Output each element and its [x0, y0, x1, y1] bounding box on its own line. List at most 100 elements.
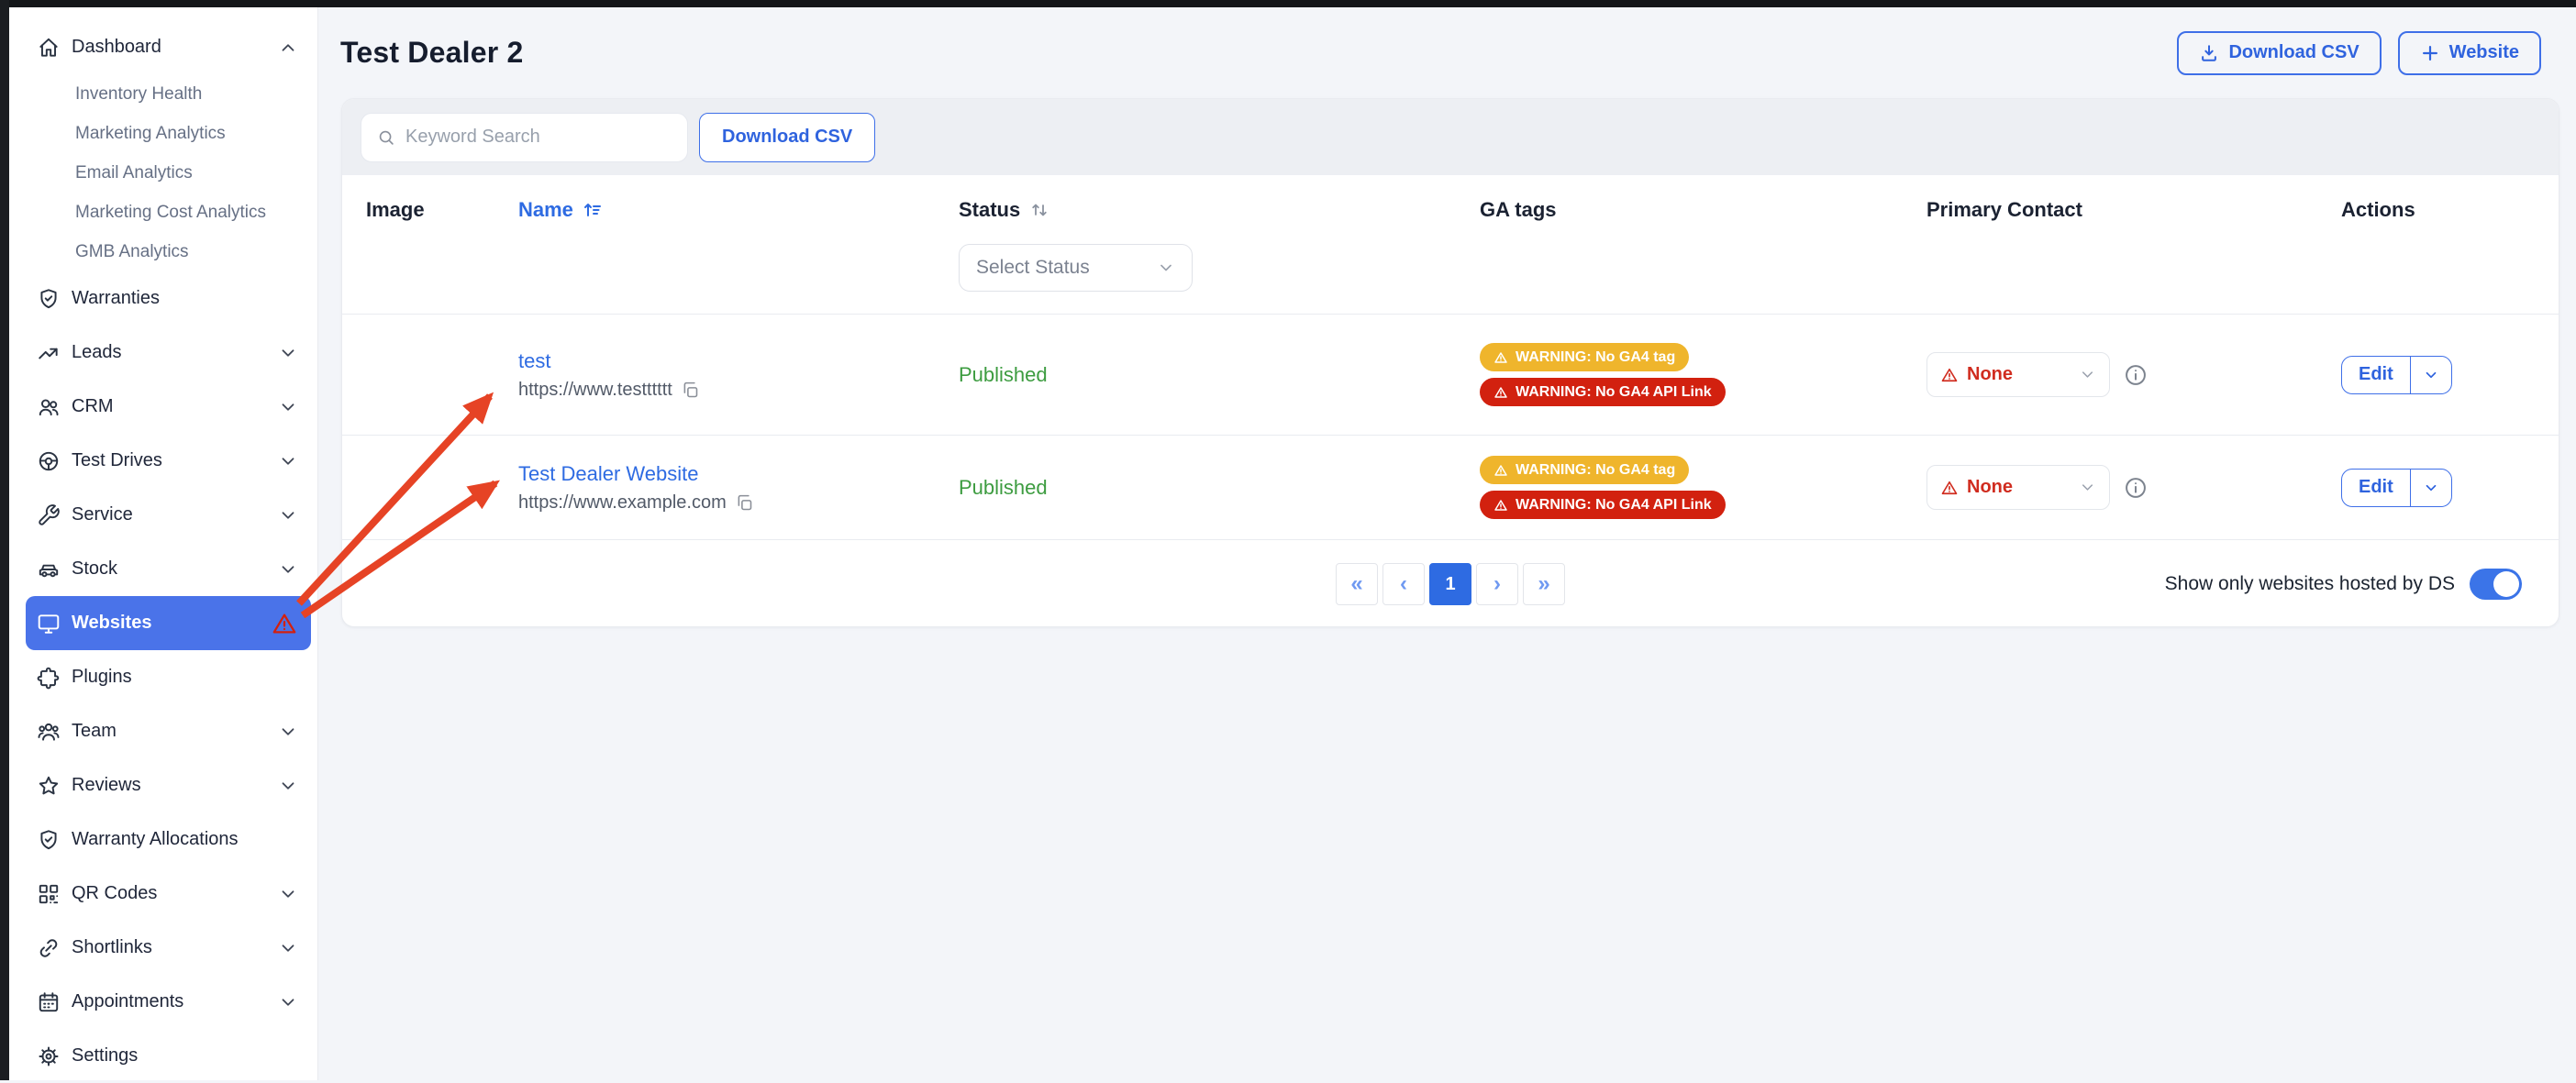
status-badge: Published — [959, 363, 1048, 386]
table-footer: « ‹ 1 › » Show only websites hosted by D… — [342, 539, 2559, 627]
column-header-actions: Actions — [2341, 198, 2559, 222]
hosted-by-ds-toggle[interactable] — [2470, 569, 2522, 600]
sidebar-item-email-analytics[interactable]: Email Analytics — [26, 153, 317, 193]
download-csv-button-header[interactable]: Download CSV — [2177, 31, 2381, 75]
pagination-first-button[interactable]: « — [1336, 563, 1378, 605]
edit-dropdown-caret[interactable] — [2411, 357, 2451, 393]
warning-triangle-icon — [1940, 366, 1959, 384]
info-icon[interactable] — [2123, 362, 2149, 388]
website-name-link[interactable]: Test Dealer Website — [518, 462, 959, 486]
pagination-prev-button[interactable]: ‹ — [1382, 563, 1425, 605]
sidebar-item-warranties[interactable]: Warranties — [26, 271, 311, 326]
column-header-status[interactable]: Status — [959, 198, 1480, 222]
sidebar-item-label: Leads — [72, 342, 122, 363]
edit-split-button: Edit — [2341, 469, 2452, 507]
header-actions: Download CSV Website — [2177, 31, 2541, 75]
sidebar-item-leads[interactable]: Leads — [26, 326, 311, 380]
sidebar-item-marketing-analytics[interactable]: Marketing Analytics — [26, 114, 317, 153]
sidebar-subitem-label: GMB Analytics — [75, 242, 189, 262]
link-icon — [37, 936, 61, 960]
sidebar-item-label: Team — [72, 721, 117, 742]
sidebar-subitem-label: Email Analytics — [75, 163, 193, 183]
copy-icon[interactable] — [735, 493, 754, 513]
car-icon — [37, 558, 61, 581]
ga4-api-warning-badge: WARNING: No GA4 API Link — [1480, 378, 1726, 406]
column-header-name[interactable]: Name — [518, 198, 959, 222]
pagination-last-button[interactable]: » — [1523, 563, 1565, 605]
sort-updown-icon — [1028, 199, 1050, 221]
primary-contact-value: None — [1967, 364, 2013, 385]
primary-contact-select[interactable]: None — [1926, 352, 2110, 397]
sidebar-item-label: Stock — [72, 558, 117, 580]
page-header: Test Dealer 2 Download CSV Website — [318, 7, 2576, 98]
star-icon — [37, 774, 61, 798]
add-website-button[interactable]: Website — [2398, 31, 2541, 75]
download-csv-button-toolbar[interactable]: Download CSV — [699, 113, 875, 162]
website-url: https://www.example.com — [518, 492, 727, 514]
search-box — [361, 113, 688, 162]
sidebar-subitem-label: Marketing Cost Analytics — [75, 203, 266, 223]
sidebar-item-dashboard[interactable]: Dashboard — [26, 20, 311, 74]
sidebar-item-label: Service — [72, 504, 133, 525]
edit-button[interactable]: Edit — [2342, 470, 2411, 506]
chevron-down-icon — [278, 992, 298, 1012]
sidebar-item-label: Warranty Allocations — [72, 829, 239, 850]
sidebar-item-warranty-allocations[interactable]: Warranty Allocations — [26, 812, 311, 867]
chevron-down-icon — [1157, 259, 1175, 277]
sidebar-item-crm[interactable]: CRM — [26, 380, 311, 434]
table-row: test https://www.testttttt Published WAR… — [342, 314, 2559, 435]
sidebar-item-qr-codes[interactable]: QR Codes — [26, 867, 311, 921]
sidebar-item-appointments[interactable]: Appointments — [26, 975, 311, 1029]
sidebar-item-settings[interactable]: Settings — [26, 1029, 311, 1083]
ga-tags-cell: WARNING: No GA4 tag WARNING: No GA4 API … — [1480, 343, 1926, 406]
pagination-page-1[interactable]: 1 — [1429, 563, 1471, 605]
search-input[interactable] — [405, 127, 672, 148]
sidebar-item-label: Reviews — [72, 775, 141, 796]
sidebar-item-shortlinks[interactable]: Shortlinks — [26, 921, 311, 975]
chevron-down-icon — [278, 343, 298, 363]
calendar-icon — [37, 990, 61, 1014]
team-icon — [37, 720, 61, 744]
status-cell: Published — [959, 476, 1480, 500]
website-name-link[interactable]: test — [518, 349, 959, 373]
pagination: « ‹ 1 › » — [1336, 563, 1565, 605]
edit-button[interactable]: Edit — [2342, 357, 2411, 393]
sidebar-item-service[interactable]: Service — [26, 488, 311, 542]
info-icon[interactable] — [2123, 475, 2149, 501]
chevron-down-icon — [278, 722, 298, 742]
sidebar-item-stock[interactable]: Stock — [26, 542, 311, 596]
sidebar-item-plugins[interactable]: Plugins — [26, 650, 311, 704]
copy-icon[interactable] — [681, 381, 700, 400]
warning-triangle-icon — [1493, 385, 1508, 400]
pagination-next-button[interactable]: › — [1476, 563, 1518, 605]
primary-contact-cell: None — [1926, 465, 2341, 510]
main-content: Test Dealer 2 Download CSV Website Do — [318, 7, 2576, 1080]
sidebar-item-marketing-cost-analytics[interactable]: Marketing Cost Analytics — [26, 193, 317, 232]
chevron-up-icon — [278, 38, 298, 58]
sidebar-item-test-drives[interactable]: Test Drives — [26, 434, 311, 488]
sidebar-item-websites[interactable]: Websites — [26, 596, 311, 650]
sidebar-item-inventory-health[interactable]: Inventory Health — [26, 74, 317, 114]
sidebar: Dashboard Inventory Health Marketing Ana… — [9, 7, 318, 1080]
gear-icon — [37, 1044, 61, 1068]
sidebar-item-gmb-analytics[interactable]: GMB Analytics — [26, 232, 317, 271]
sidebar-item-label: Plugins — [72, 667, 132, 688]
chevron-down-icon — [278, 776, 298, 796]
edit-dropdown-caret[interactable] — [2411, 470, 2451, 506]
sort-ascending-icon — [582, 199, 604, 221]
warning-triangle-icon — [1493, 498, 1508, 513]
status-filter-select[interactable]: Select Status — [959, 244, 1193, 292]
warning-triangle-icon — [1493, 463, 1508, 478]
status-cell: Published — [959, 363, 1480, 387]
websites-table-card: Download CSV Image Name Status GA tags P… — [341, 98, 2559, 627]
primary-contact-select[interactable]: None — [1926, 465, 2110, 510]
column-header-ga-tags: GA tags — [1480, 198, 1926, 222]
chevron-down-icon — [278, 505, 298, 525]
sidebar-item-team[interactable]: Team — [26, 704, 311, 758]
sidebar-subitem-label: Inventory Health — [75, 84, 202, 105]
sidebar-item-label: Appointments — [72, 991, 183, 1012]
sidebar-item-reviews[interactable]: Reviews — [26, 758, 311, 812]
download-icon — [2199, 43, 2219, 63]
table-row: Test Dealer Website https://www.example.… — [342, 435, 2559, 539]
download-csv-label: Download CSV — [2228, 42, 2359, 63]
